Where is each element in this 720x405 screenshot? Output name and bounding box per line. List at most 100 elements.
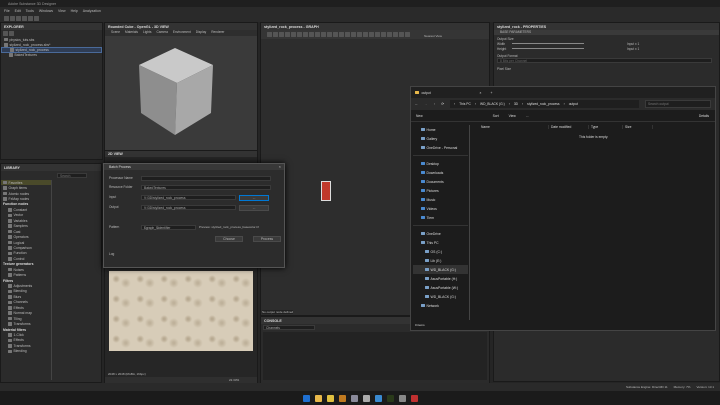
- height-slider[interactable]: [512, 48, 584, 49]
- library-search-input[interactable]: [57, 173, 87, 178]
- 3d-menu-lights[interactable]: Lights: [143, 30, 152, 36]
- breadcrumb-item[interactable]: output: [569, 102, 578, 106]
- menu-view[interactable]: View: [58, 9, 66, 13]
- width-value[interactable]: Input x 1: [627, 42, 639, 46]
- 3d-menu-scene[interactable]: Scene: [111, 30, 120, 36]
- console-filter[interactable]: Channels: [263, 325, 315, 330]
- column-date-modified[interactable]: Date modified: [549, 125, 589, 129]
- nav-item[interactable]: WD_BLACK (G:): [413, 292, 468, 301]
- library-item-label: Cast: [13, 229, 21, 234]
- width-slider[interactable]: [512, 43, 584, 44]
- explorer-tab[interactable]: output: [422, 91, 477, 95]
- output-browse-button[interactable]: ...: [239, 205, 269, 211]
- menu-file[interactable]: File: [4, 9, 10, 13]
- choose-button[interactable]: Choose: [215, 236, 243, 242]
- back-icon[interactable]: ←: [415, 102, 418, 106]
- menu-tools[interactable]: Tools: [26, 9, 34, 13]
- taskbar-premiere-icon[interactable]: [386, 394, 394, 402]
- more-button[interactable]: ...: [526, 114, 529, 118]
- nav-item[interactable]: Lib (E:): [413, 256, 468, 265]
- resource-folder-input[interactable]: BakedTextures: [141, 185, 271, 190]
- height-value[interactable]: Input x 1: [627, 47, 639, 51]
- menu-help[interactable]: Help: [71, 9, 78, 13]
- nav-item[interactable]: Pictures: [413, 186, 468, 195]
- breadcrumb-item[interactable]: WD_BLACK (G:): [480, 102, 505, 106]
- nav-item[interactable]: This PC: [413, 238, 468, 247]
- nav-item[interactable]: AsusPortable (H:): [413, 274, 468, 283]
- nav-item[interactable]: Gallery: [413, 134, 468, 143]
- forward-icon[interactable]: →: [424, 102, 427, 106]
- 3d-menu-display[interactable]: Display: [196, 30, 206, 36]
- input-path[interactable]: V:\3D\stylized_rock_process: [141, 195, 236, 200]
- nav-item[interactable]: OneDrive - Personal: [413, 143, 468, 152]
- open-package-icon[interactable]: [9, 31, 14, 36]
- nav-item[interactable]: Home: [413, 125, 468, 134]
- search-input[interactable]: [645, 100, 711, 108]
- nav-item[interactable]: Desktop: [413, 159, 468, 168]
- taskbar-photoshop-icon[interactable]: [374, 394, 382, 402]
- column-type[interactable]: Type: [589, 125, 623, 129]
- breadcrumb-item[interactable]: 3D: [514, 102, 518, 106]
- output-format-select[interactable]: 8 Bits per Channel: [497, 58, 712, 63]
- view-button[interactable]: View: [509, 114, 516, 118]
- save-icon[interactable]: [22, 15, 27, 21]
- new-package-icon[interactable]: [3, 31, 8, 36]
- taskbar-app-icon[interactable]: [362, 394, 370, 402]
- nav-item[interactable]: WD_BLACK (G:): [413, 265, 468, 274]
- menu-edit[interactable]: Edit: [15, 9, 21, 13]
- library-item-label: Samplers: [13, 224, 28, 229]
- explorer-item[interactable]: BakedTextures: [1, 53, 102, 58]
- column-name[interactable]: Name: [479, 125, 549, 129]
- nav-item[interactable]: OS (C:): [413, 247, 468, 256]
- close-tab-icon[interactable]: ×: [480, 91, 482, 95]
- 3d-menu-camera[interactable]: Camera: [157, 30, 168, 36]
- nav-item[interactable]: Documents: [413, 177, 468, 186]
- new-tab-icon[interactable]: +: [490, 91, 492, 95]
- input-browse-button[interactable]: ...: [239, 195, 269, 201]
- breadcrumb-item[interactable]: This PC: [459, 102, 471, 106]
- nav-item[interactable]: OneDrive: [413, 229, 468, 238]
- library-item-label: Constant: [13, 207, 28, 212]
- new-button[interactable]: New: [416, 114, 423, 118]
- processor-name-input[interactable]: [141, 176, 271, 181]
- zoom-level[interactable]: 22.33%: [229, 378, 239, 382]
- folder-icon[interactable]: [16, 15, 21, 21]
- new-icon[interactable]: [4, 15, 9, 21]
- graph-node[interactable]: [321, 181, 331, 201]
- undo-icon[interactable]: [28, 15, 33, 21]
- taskbar-substance-designer-icon[interactable]: [338, 394, 346, 402]
- nav-item[interactable]: Tiem: [413, 213, 468, 222]
- library-item[interactable]: Blending: [1, 349, 51, 354]
- taskbar-substance-painter-icon[interactable]: [350, 394, 358, 402]
- 3d-menu-environment[interactable]: Environment: [173, 30, 191, 36]
- dialog-close-icon[interactable]: ×: [279, 164, 281, 169]
- refresh-icon[interactable]: ⟳: [441, 102, 444, 106]
- column-size[interactable]: Size: [623, 125, 653, 129]
- taskbar-file-explorer-icon[interactable]: [314, 394, 322, 402]
- process-button[interactable]: Process: [253, 236, 281, 242]
- open-icon[interactable]: [10, 15, 15, 21]
- taskbar-davinci-icon[interactable]: [410, 394, 418, 402]
- redo-icon[interactable]: [34, 15, 39, 21]
- graph-view-mode[interactable]: Nearest View: [424, 34, 442, 38]
- up-icon[interactable]: ↑: [434, 102, 436, 106]
- nav-item[interactable]: Videos: [413, 204, 468, 213]
- nav-item[interactable]: AsusPortable (W:): [413, 283, 468, 292]
- nav-item[interactable]: Downloads: [413, 168, 468, 177]
- output-path[interactable]: V:\3D\stylized_rock_process: [141, 205, 236, 210]
- 3d-menu-renderer[interactable]: Renderer: [211, 30, 224, 36]
- pattern-input[interactable]: $graph_$identifier: [141, 224, 196, 230]
- taskbar-chrome-icon[interactable]: [326, 394, 334, 402]
- library-item-icon: [8, 295, 12, 299]
- library-item-icon: [8, 267, 12, 272]
- taskbar-app2-icon[interactable]: [398, 394, 406, 402]
- breadcrumb-item[interactable]: stylized_rock_process: [527, 102, 559, 106]
- details-button[interactable]: Details: [699, 114, 709, 118]
- nav-item[interactable]: Network: [413, 301, 468, 310]
- menu-analyzation[interactable]: Analyzation: [83, 9, 101, 13]
- taskbar-start-icon[interactable]: [302, 394, 310, 402]
- nav-item[interactable]: Music: [413, 195, 468, 204]
- 3d-menu-materials[interactable]: Materials: [125, 30, 138, 36]
- menu-windows[interactable]: Windows: [39, 9, 53, 13]
- sort-button[interactable]: Sort: [493, 114, 499, 118]
